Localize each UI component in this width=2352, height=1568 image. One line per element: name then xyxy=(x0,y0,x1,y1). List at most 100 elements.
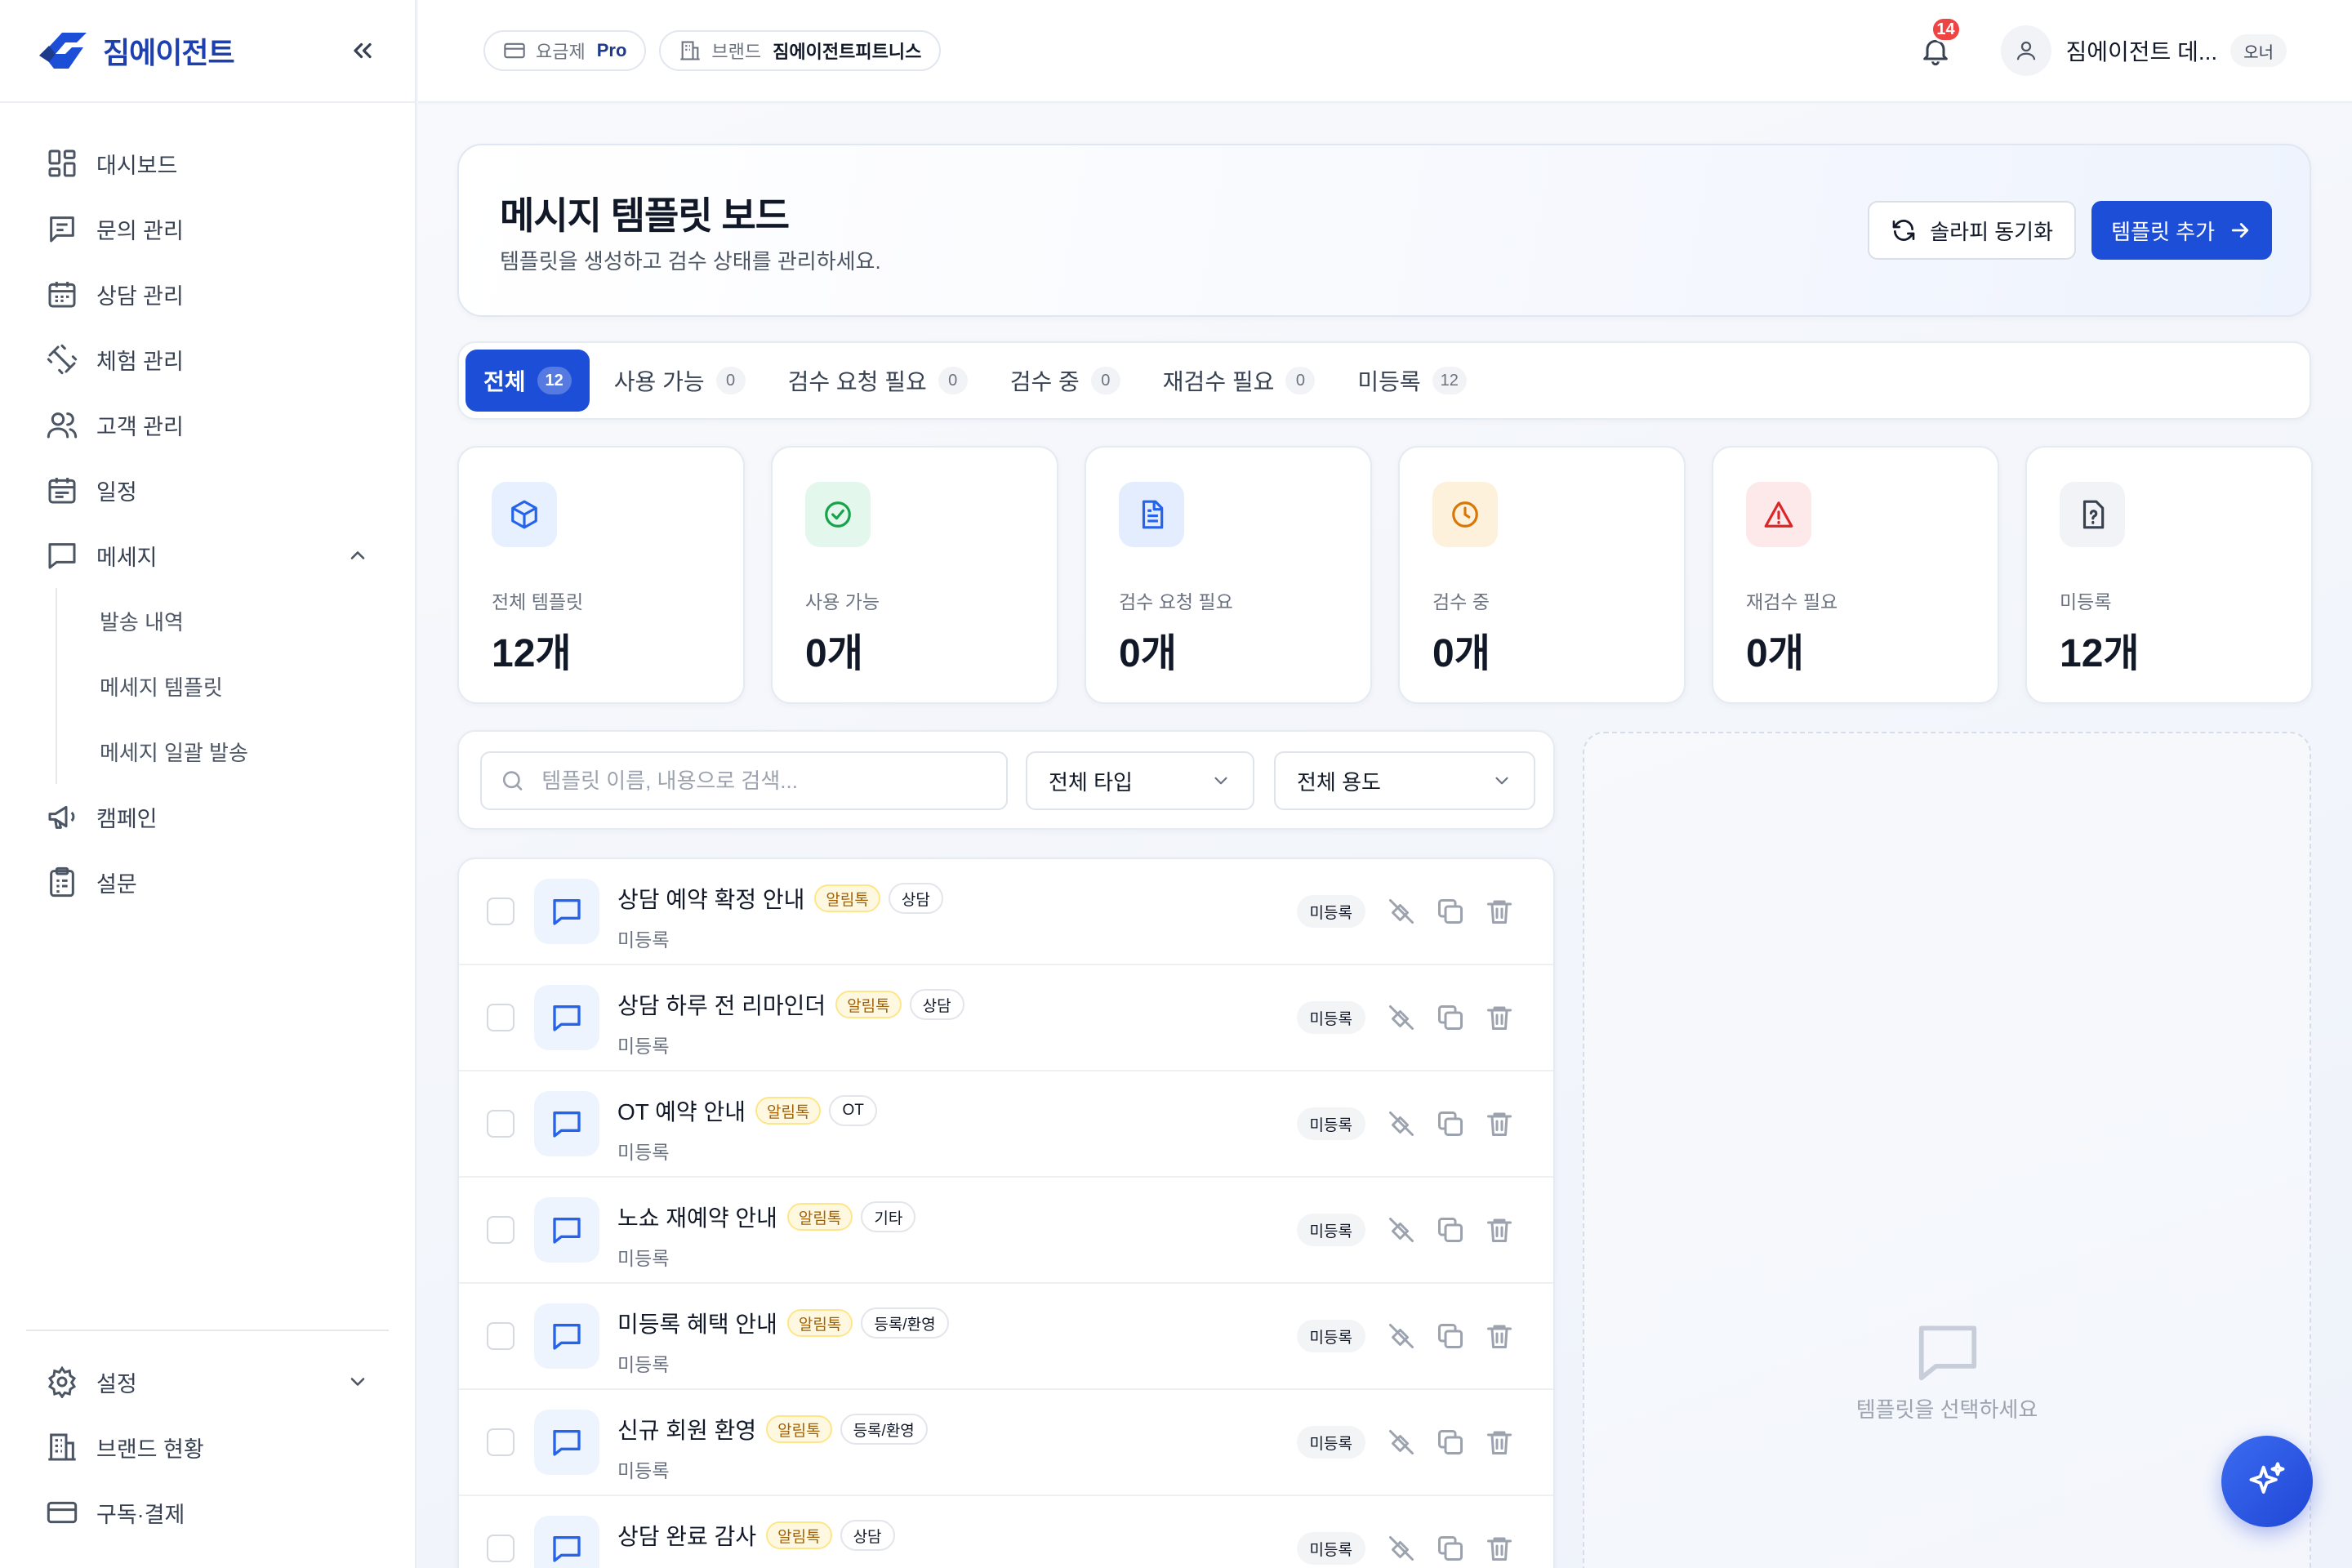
unlink-icon[interactable] xyxy=(1387,1215,1416,1245)
tab-in-review[interactable]: 검수 중 0 xyxy=(992,350,1138,412)
sidebar-item-trial[interactable]: 체험 관리 xyxy=(0,327,415,392)
tab-label: 재검수 필요 xyxy=(1162,369,1275,394)
row-checkbox[interactable] xyxy=(487,1004,514,1031)
use-select[interactable]: 전체 용도 xyxy=(1274,751,1535,810)
trash-icon[interactable] xyxy=(1485,1428,1514,1457)
sidebar-item-label: 일정 xyxy=(96,479,137,505)
sidebar-item-label: 체험 관리 xyxy=(96,349,184,374)
copy-icon[interactable] xyxy=(1436,1109,1465,1138)
template-row[interactable]: 노쇼 재예약 안내 알림톡 기타 미등록 미등록 xyxy=(459,1178,1553,1284)
tab-label: 검수 중 xyxy=(1009,369,1080,394)
sidebar-item-campaign[interactable]: 캠페인 xyxy=(0,784,415,849)
tab-unregistered[interactable]: 미등록 12 xyxy=(1339,350,1485,412)
stat-card-in-review: 검수 중 0개 xyxy=(1398,446,1686,704)
unlink-icon[interactable] xyxy=(1387,1534,1416,1563)
tab-available[interactable]: 사용 가능 0 xyxy=(596,350,764,412)
template-row[interactable]: 미등록 혜택 안내 알림톡 등록/환영 미등록 미등록 xyxy=(459,1284,1553,1390)
trash-icon[interactable] xyxy=(1485,1215,1514,1245)
sidebar-item-survey[interactable]: 설문 xyxy=(0,849,415,915)
collapse-sidebar-icon[interactable] xyxy=(348,36,377,65)
sidebar-item-message[interactable]: 메세지 xyxy=(0,523,415,588)
search-input[interactable] xyxy=(541,768,988,794)
stat-icon-wrap xyxy=(1119,482,1184,547)
template-row[interactable]: 상담 하루 전 리마인더 알림톡 상담 미등록 미등록 xyxy=(459,965,1553,1071)
unlink-icon[interactable] xyxy=(1387,897,1416,926)
copy-icon[interactable] xyxy=(1436,1003,1465,1032)
tab-re-review[interactable]: 재검수 필요 0 xyxy=(1145,350,1334,412)
chevron-up-icon[interactable] xyxy=(346,544,369,567)
stat-value: 0개 xyxy=(1119,632,1177,675)
template-use-chip: 상담 xyxy=(888,883,943,914)
dashboard-icon xyxy=(48,149,76,177)
tab-count: 12 xyxy=(1432,367,1467,394)
chevron-down-icon[interactable] xyxy=(346,1370,369,1393)
sidebar-item-settings[interactable]: 설정 xyxy=(0,1349,415,1414)
tab-review-request[interactable]: 검수 요청 필요 0 xyxy=(770,350,986,412)
trash-icon[interactable] xyxy=(1485,1109,1514,1138)
unlink-icon[interactable] xyxy=(1387,1003,1416,1032)
row-checkbox[interactable] xyxy=(487,898,514,925)
sidebar-item-subscription[interactable]: 구독·결제 xyxy=(0,1480,415,1545)
row-icon-wrap xyxy=(534,1303,599,1369)
copy-icon[interactable] xyxy=(1436,1428,1465,1457)
template-subtext: 미등록 xyxy=(617,1248,670,1269)
row-icon-wrap xyxy=(534,879,599,944)
avatar[interactable] xyxy=(2000,25,2051,76)
row-checkbox[interactable] xyxy=(487,1216,514,1244)
plan-pill[interactable]: 요금제 Pro xyxy=(483,30,647,71)
sidebar-item-brand-status[interactable]: 브랜드 현황 xyxy=(0,1414,415,1480)
brand-pill[interactable]: 브랜드 짐에이전트피트니스 xyxy=(659,30,942,71)
unlink-icon[interactable] xyxy=(1387,1321,1416,1351)
unlink-icon[interactable] xyxy=(1387,1109,1416,1138)
template-subtext: 미등록 xyxy=(617,929,670,951)
template-title: OT 예약 안내 xyxy=(617,1099,746,1125)
trash-icon[interactable] xyxy=(1485,1003,1514,1032)
template-type-chip: 알림톡 xyxy=(814,884,880,912)
stat-label: 검수 중 xyxy=(1432,591,1490,612)
subnav-item-message-template[interactable]: 메세지 템플릿 xyxy=(57,653,415,719)
row-checkbox[interactable] xyxy=(487,1322,514,1350)
tab-count: 0 xyxy=(1090,367,1120,394)
stat-value: 12개 xyxy=(2060,632,2140,675)
row-title-line: 노쇼 재예약 안내 알림톡 기타 xyxy=(617,1200,916,1233)
template-list: 상담 예약 확정 안내 알림톡 상담 미등록 미등록 상담 하루 전 리마인더 알림톡 상담 미… xyxy=(457,858,1555,1568)
type-select[interactable]: 전체 타입 xyxy=(1026,751,1254,810)
template-row[interactable]: OT 예약 안내 알림톡 OT 미등록 미등록 xyxy=(459,1071,1553,1178)
sync-button[interactable]: 솔라피 동기화 xyxy=(1868,201,2076,260)
logo-row: 짐에이전트 xyxy=(0,0,415,103)
copy-icon[interactable] xyxy=(1436,1321,1465,1351)
trash-icon[interactable] xyxy=(1485,1534,1514,1563)
template-row[interactable]: 신규 회원 환영 알림톡 등록/환영 미등록 미등록 xyxy=(459,1390,1553,1496)
message-icon xyxy=(553,1218,581,1244)
copy-icon[interactable] xyxy=(1436,1534,1465,1563)
user-name[interactable]: 짐에이전트 데... xyxy=(2066,34,2218,67)
notification-button[interactable]: 14 xyxy=(1919,16,1962,67)
clock-icon xyxy=(1452,501,1478,528)
tab-count: 0 xyxy=(938,367,968,394)
sidebar-item-dashboard[interactable]: 대시보드 xyxy=(0,131,415,196)
template-row[interactable]: 상담 완료 감사알림톡상담미등록미등록 xyxy=(459,1496,1553,1568)
refresh-icon xyxy=(1892,220,1915,241)
row-checkbox[interactable] xyxy=(487,1110,514,1138)
sidebar-item-label: 문의 관리 xyxy=(96,218,184,243)
sidebar-item-customers[interactable]: 고객 관리 xyxy=(0,392,415,457)
sidebar-item-label: 대시보드 xyxy=(96,153,178,178)
copy-icon[interactable] xyxy=(1436,897,1465,926)
trash-icon[interactable] xyxy=(1485,897,1514,926)
brand-value: 짐에이전트피트니스 xyxy=(773,42,922,62)
sidebar-item-inquiry[interactable]: 문의 관리 xyxy=(0,196,415,261)
sidebar-item-schedule[interactable]: 일정 xyxy=(0,457,415,523)
trash-icon[interactable] xyxy=(1485,1321,1514,1351)
template-row[interactable]: 상담 예약 확정 안내 알림톡 상담 미등록 미등록 xyxy=(459,859,1553,965)
sidebar-item-consult[interactable]: 상담 관리 xyxy=(0,261,415,327)
ai-assistant-button[interactable] xyxy=(2221,1436,2313,1527)
template-status-badge: 미등록 xyxy=(1296,1320,1365,1352)
row-checkbox[interactable] xyxy=(487,1535,514,1562)
copy-icon[interactable] xyxy=(1436,1215,1465,1245)
unlink-icon[interactable] xyxy=(1387,1428,1416,1457)
row-checkbox[interactable] xyxy=(487,1428,514,1456)
tab-all[interactable]: 전체 12 xyxy=(466,350,590,412)
add-template-button[interactable]: 템플릿 추가 xyxy=(2091,201,2272,260)
subnav-item-bulk-send[interactable]: 메세지 일괄 발송 xyxy=(57,719,415,784)
subnav-item-send-history[interactable]: 발송 내역 xyxy=(57,588,415,653)
